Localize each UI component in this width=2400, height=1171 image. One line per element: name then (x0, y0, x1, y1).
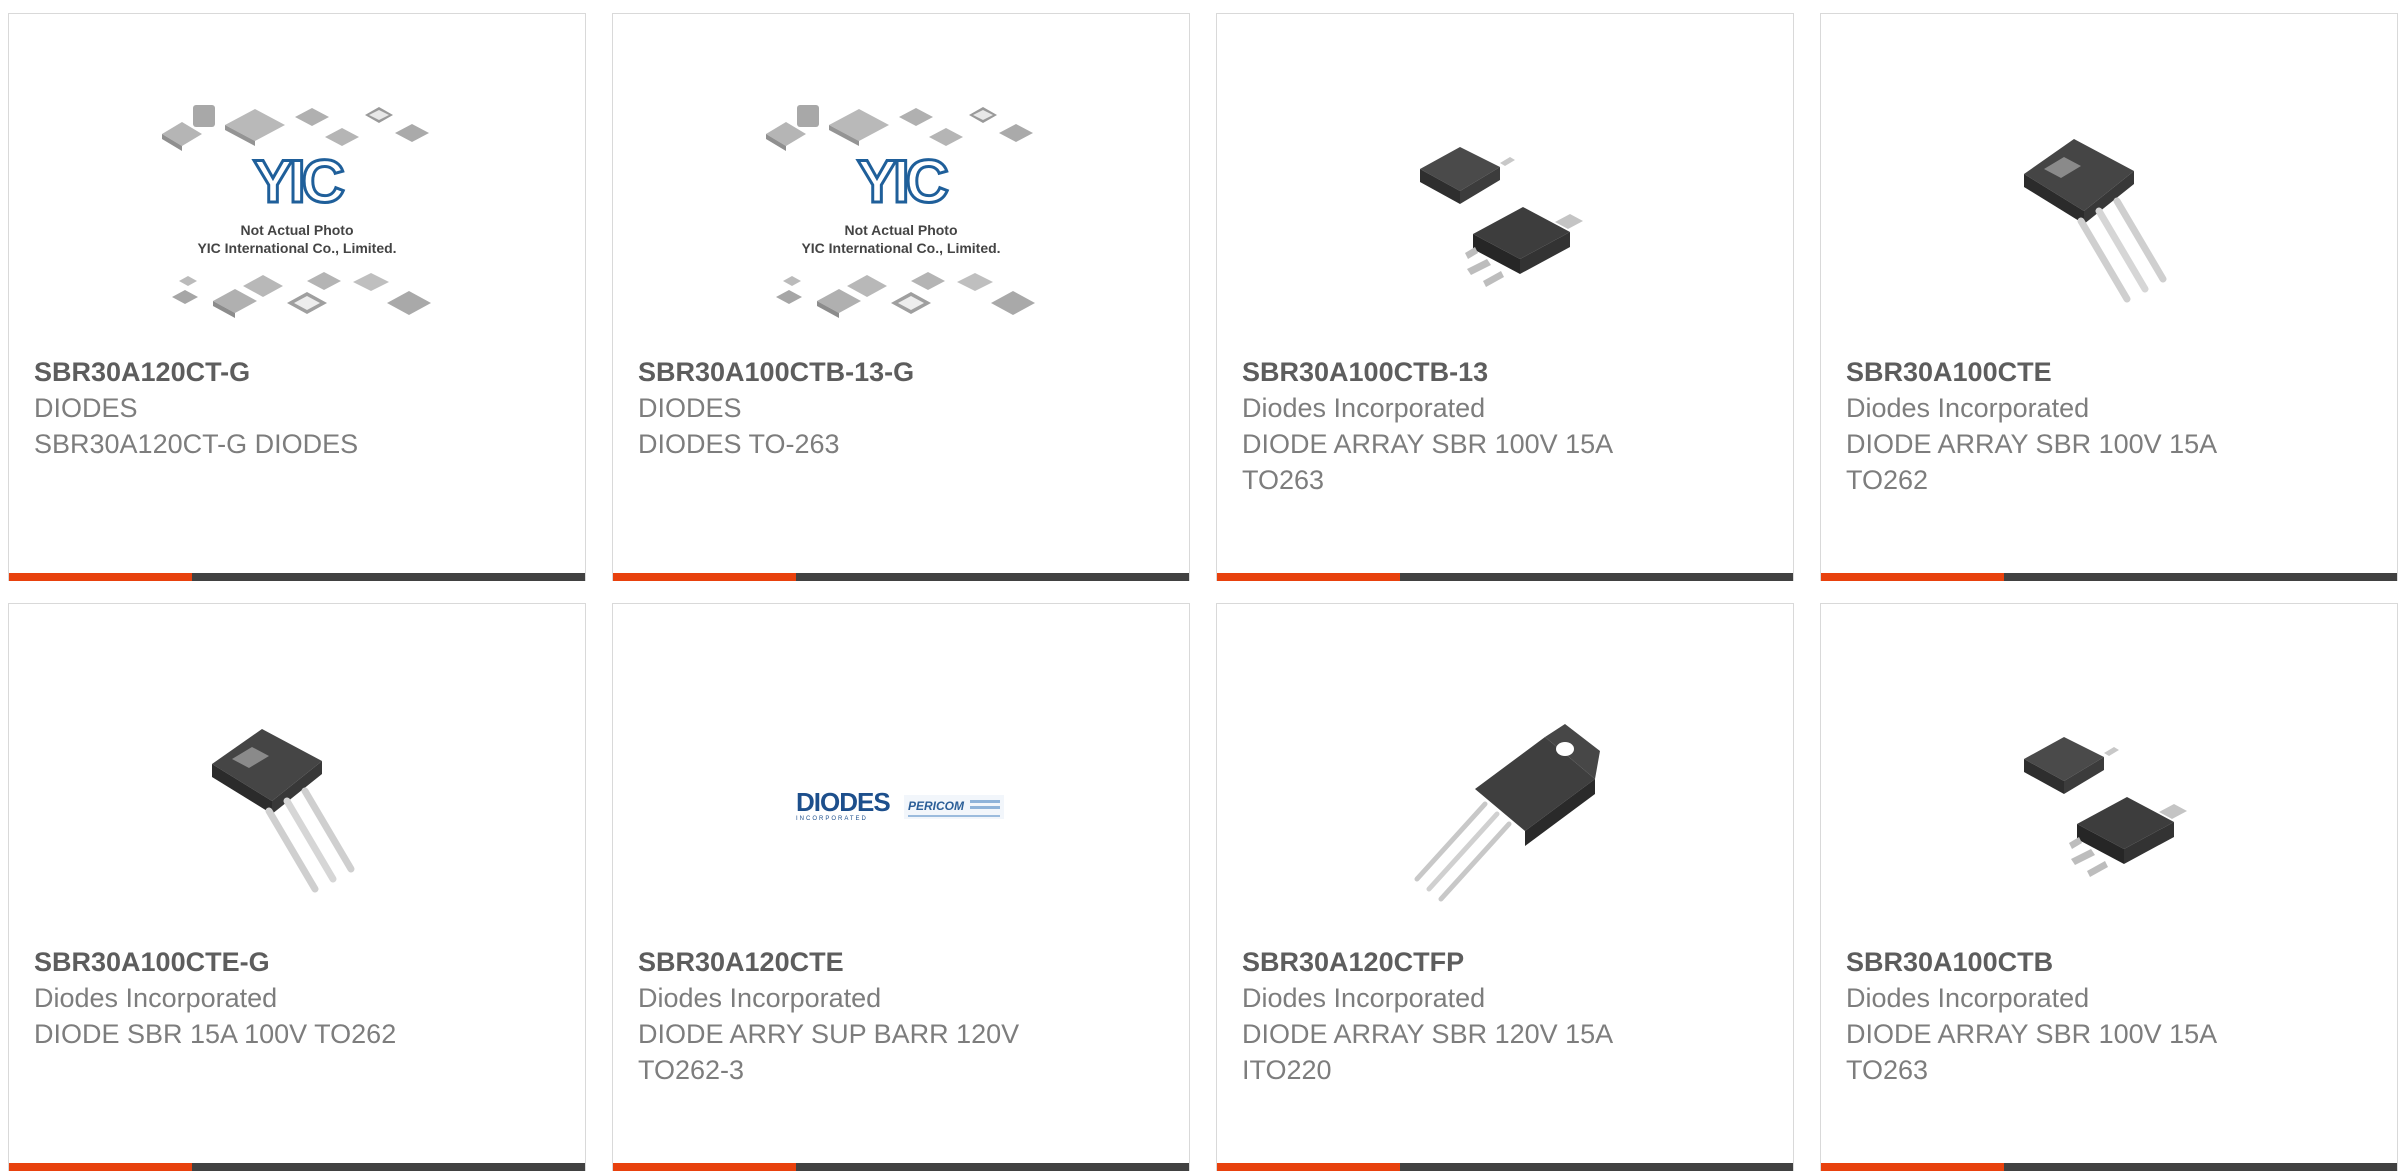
product-image[interactable] (1821, 674, 2397, 944)
manufacturer: Diodes Incorporated (34, 983, 278, 1013)
description: DIODE SBR 15A 100V TO262 (34, 1019, 397, 1049)
part-number[interactable]: SBR30A100CTE (1846, 354, 2377, 390)
manufacturer: Diodes Incorporated (1846, 393, 2090, 423)
product-image[interactable] (1217, 674, 1793, 944)
product-info: SBR30A100CTB-13-G DIODES DIODES TO-263 (638, 354, 1169, 462)
product-info: SBR30A100CTE Diodes Incorporated DIODE A… (1846, 354, 2377, 498)
yic-company-text: YIC International Co., Limited. (801, 240, 1000, 256)
description: DIODE ARRAY SBR 100V 15A TO263 (1242, 429, 1612, 495)
product-info: SBR30A100CTB-13 Diodes Incorporated DIOD… (1242, 354, 1773, 498)
yic-logo: YIC (857, 148, 948, 215)
product-info: SBR30A100CTB Diodes Incorporated DIODE A… (1846, 944, 2377, 1088)
description: DIODE ARRAY SBR 120V 15A ITO220 (1242, 1019, 1612, 1085)
to262-package-image (2024, 139, 2167, 303)
card-accent-bar (1217, 573, 1400, 581)
card-accent-bar (1217, 1163, 1400, 1171)
yic-company-text: YIC International Co., Limited. (197, 240, 396, 256)
to263-package-image (2024, 737, 2187, 877)
card-bottom-bar (1217, 1163, 1793, 1171)
product-card[interactable]: SBR30A120CTFP Diodes Incorporated DIODE … (1216, 603, 1794, 1171)
product-info: SBR30A120CTFP Diodes Incorporated DIODE … (1242, 944, 1773, 1088)
part-number[interactable]: SBR30A100CTE-G (34, 944, 565, 980)
product-card[interactable]: SBR30A100CTB Diodes Incorporated DIODE A… (1820, 603, 2398, 1171)
not-actual-photo-text: Not Actual Photo (844, 222, 957, 238)
product-image[interactable] (1217, 84, 1793, 354)
product-card[interactable]: SBR30A100CTE-G Diodes Incorporated DIODE… (8, 603, 586, 1171)
ito220-package-image (1414, 724, 1600, 902)
card-accent-bar (613, 573, 796, 581)
card-bottom-bar (613, 1163, 1189, 1171)
part-number[interactable]: SBR30A120CT-G (34, 354, 565, 390)
product-image[interactable] (9, 674, 585, 944)
product-info: SBR30A100CTE-G Diodes Incorporated DIODE… (34, 944, 565, 1052)
card-bottom-bar (613, 573, 1189, 581)
yic-logo: YIC (253, 148, 344, 215)
not-actual-photo-image: YIC Not Actual Photo YIC International C… (766, 105, 1035, 318)
description: DIODES TO-263 (638, 429, 840, 459)
product-image[interactable]: YIC Not Actual Photo YIC International C… (9, 84, 585, 354)
pericom-logo-text: PERICOM (908, 799, 965, 813)
description: DIODE ARRAY SBR 100V 15A TO263 (1846, 1019, 2216, 1085)
card-accent-bar (1821, 1163, 2004, 1171)
product-image[interactable]: DIODES INCORPORATED PERICOM (613, 674, 1189, 944)
card-accent-bar (9, 1163, 192, 1171)
part-number[interactable]: SBR30A120CTE (638, 944, 1169, 980)
manufacturer: Diodes Incorporated (638, 983, 882, 1013)
card-bottom-bar (1217, 573, 1793, 581)
not-actual-photo-text: Not Actual Photo (240, 222, 353, 238)
diodes-pericom-logo: DIODES INCORPORATED PERICOM (796, 789, 1004, 822)
description: SBR30A120CT-G DIODES (34, 429, 359, 459)
manufacturer: DIODES (34, 393, 138, 423)
description: DIODE ARRAY SBR 100V 15A TO262 (1846, 429, 2216, 495)
to262-package-image (212, 729, 355, 893)
product-info: SBR30A120CTE Diodes Incorporated DIODE A… (638, 944, 1169, 1088)
product-card[interactable]: YIC Not Actual Photo YIC International C… (612, 13, 1190, 581)
product-image[interactable]: YIC Not Actual Photo YIC International C… (613, 84, 1189, 354)
not-actual-photo-image: YIC Not Actual Photo YIC International C… (162, 105, 431, 318)
product-card[interactable]: DIODES INCORPORATED PERICOM SBR30A120CTE… (612, 603, 1190, 1171)
manufacturer: Diodes Incorporated (1242, 983, 1486, 1013)
part-number[interactable]: SBR30A120CTFP (1242, 944, 1773, 980)
card-accent-bar (1821, 573, 2004, 581)
part-number[interactable]: SBR30A100CTB (1846, 944, 2377, 980)
manufacturer: Diodes Incorporated (1846, 983, 2090, 1013)
product-card[interactable]: YIC Not Actual Photo YIC International C… (8, 13, 586, 581)
product-card[interactable]: SBR30A100CTE Diodes Incorporated DIODE A… (1820, 13, 2398, 581)
part-number[interactable]: SBR30A100CTB-13-G (638, 354, 1169, 390)
product-card[interactable]: SBR30A100CTB-13 Diodes Incorporated DIOD… (1216, 13, 1794, 581)
card-bottom-bar (9, 573, 585, 581)
card-bottom-bar (1821, 573, 2397, 581)
part-number[interactable]: SBR30A100CTB-13 (1242, 354, 1773, 390)
product-info: SBR30A120CT-G DIODES SBR30A120CT-G DIODE… (34, 354, 565, 462)
manufacturer: Diodes Incorporated (1242, 393, 1486, 423)
to263-package-image (1420, 147, 1583, 287)
card-bottom-bar (9, 1163, 585, 1171)
manufacturer: DIODES (638, 393, 742, 423)
product-grid: YIC Not Actual Photo YIC International C… (8, 13, 2398, 1171)
card-bottom-bar (1821, 1163, 2397, 1171)
diodes-incorporated-text: INCORPORATED (796, 816, 868, 822)
card-accent-bar (9, 573, 192, 581)
description: DIODE ARRY SUP BARR 120V TO262-3 (638, 1019, 1020, 1085)
product-image[interactable] (1821, 84, 2397, 354)
card-accent-bar (613, 1163, 796, 1171)
diodes-logo-text: DIODES (796, 789, 890, 817)
